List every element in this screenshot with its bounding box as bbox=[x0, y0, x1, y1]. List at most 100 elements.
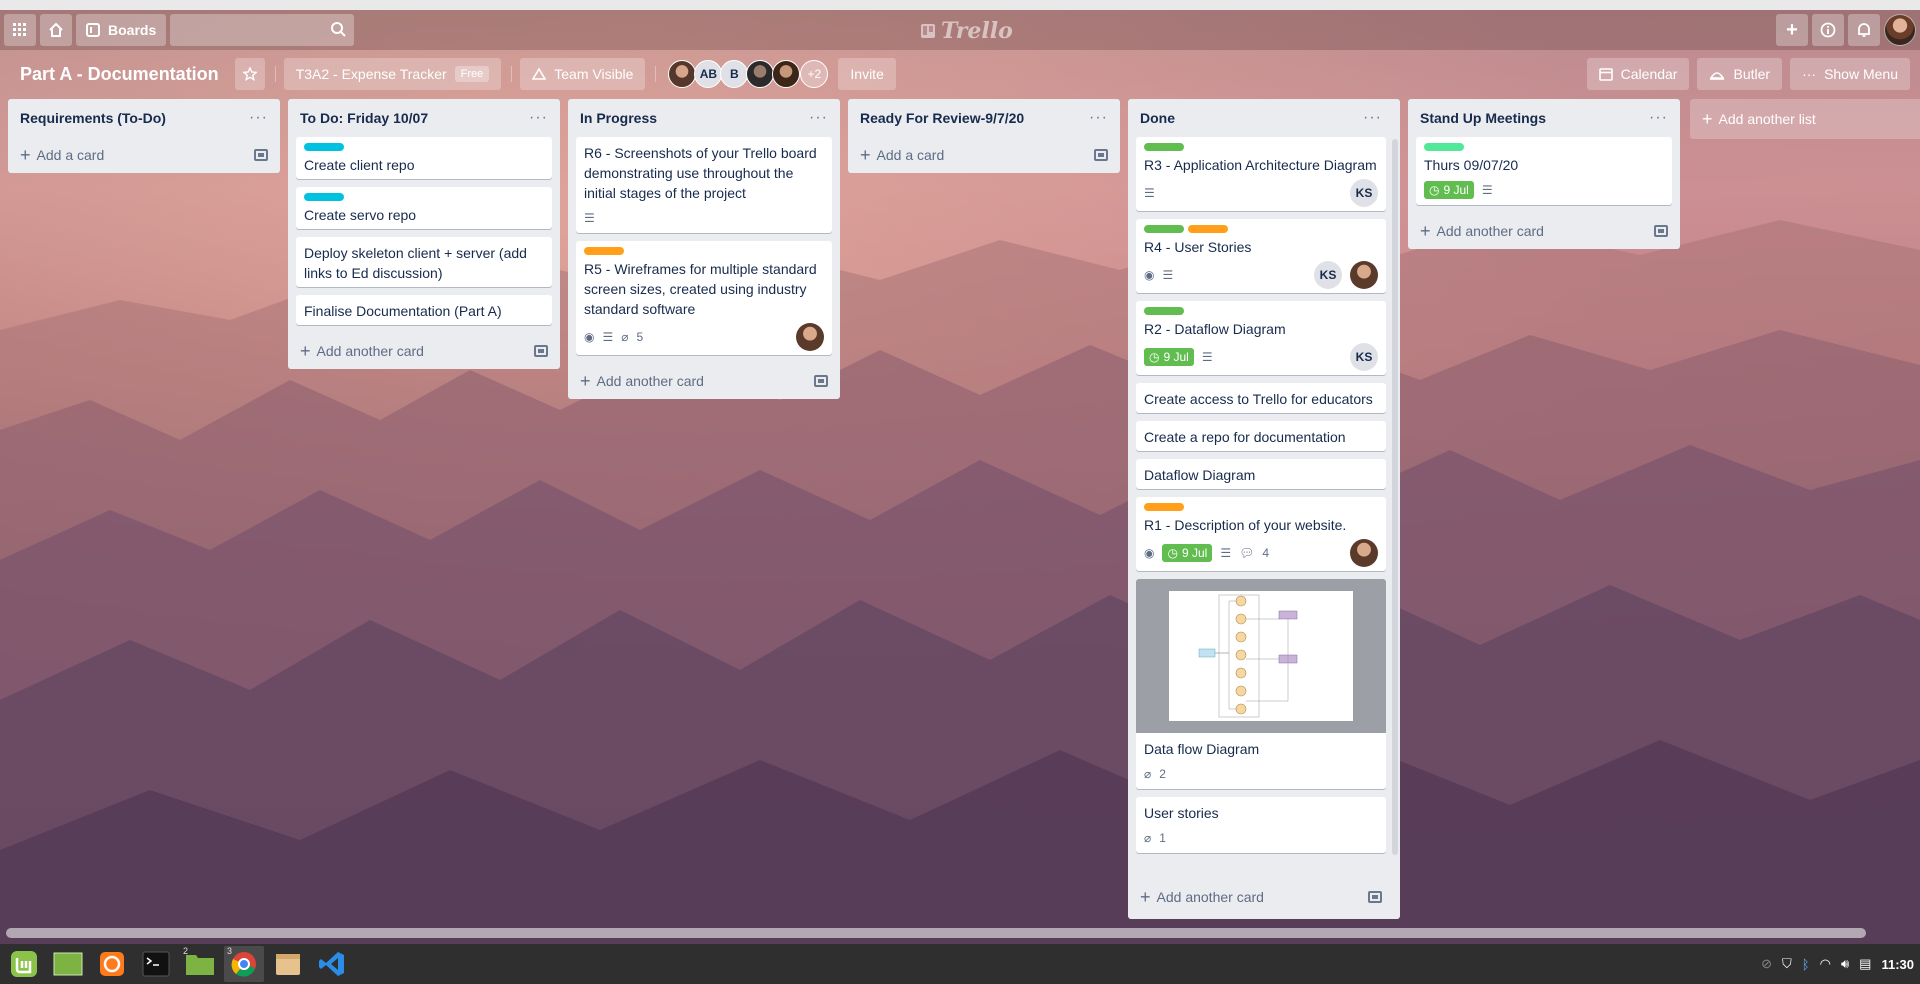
card[interactable]: R4 - User Stories ◉ ☰ KS bbox=[1136, 219, 1386, 293]
more-members[interactable]: +2 bbox=[800, 60, 829, 88]
member-initials[interactable]: KS bbox=[1350, 179, 1378, 207]
star-button[interactable] bbox=[234, 58, 265, 90]
due-date-badge[interactable]: ◷ 9 Jul bbox=[1144, 348, 1194, 366]
label-cyan[interactable] bbox=[304, 143, 344, 151]
member-avatar-ab[interactable]: AB bbox=[694, 60, 723, 88]
label-orange[interactable] bbox=[1188, 225, 1228, 233]
add-list-button[interactable]: + Add another list bbox=[1690, 99, 1920, 139]
card-with-cover[interactable]: Data flow Diagram ⌀ 2 bbox=[1136, 579, 1386, 789]
list-title[interactable]: To Do: Friday 10/07 bbox=[300, 110, 428, 126]
due-date-badge[interactable]: ◷ 9 Jul bbox=[1162, 544, 1213, 562]
notifications-button[interactable] bbox=[1848, 14, 1880, 46]
member-initials[interactable]: KS bbox=[1350, 343, 1378, 371]
card[interactable]: Deploy skeleton client + server (add lin… bbox=[296, 237, 552, 287]
add-card-button[interactable]: + Add another card bbox=[1416, 213, 1672, 249]
bluetooth-icon[interactable]: ᛒ bbox=[1802, 957, 1810, 972]
list-title[interactable]: Requirements (To-Do) bbox=[20, 110, 166, 126]
member-avatar[interactable] bbox=[796, 323, 824, 351]
mint-menu-button[interactable] bbox=[4, 946, 44, 982]
visibility-button[interactable]: Team Visible bbox=[520, 58, 646, 90]
trello-logo[interactable]: Trello bbox=[920, 18, 1013, 44]
card[interactable]: R3 - Application Architecture Diagram ☰ … bbox=[1136, 137, 1386, 211]
clipboard-icon[interactable]: ▤ bbox=[1859, 956, 1871, 972]
card[interactable]: User stories ⌀ 1 bbox=[1136, 797, 1386, 853]
card[interactable]: Create a repo for documentation bbox=[1136, 421, 1386, 451]
add-card-button[interactable]: + Add another card bbox=[1136, 879, 1386, 915]
chrome-button[interactable]: 3 bbox=[224, 946, 264, 982]
list-menu-icon[interactable]: ··· bbox=[1089, 109, 1108, 127]
updates-icon[interactable]: ⊘ bbox=[1761, 956, 1772, 972]
card-template-icon[interactable] bbox=[814, 375, 828, 387]
list-menu-icon[interactable]: ··· bbox=[1649, 109, 1668, 127]
files-button[interactable]: 2 bbox=[180, 946, 220, 982]
archive-button[interactable] bbox=[268, 946, 308, 982]
card[interactable]: R5 - Wireframes for multiple standard sc… bbox=[576, 241, 832, 355]
member-avatar[interactable] bbox=[1350, 261, 1378, 289]
card[interactable]: Finalise Documentation (Part A) bbox=[296, 295, 552, 325]
member-avatar[interactable] bbox=[1350, 539, 1378, 567]
label-lime[interactable] bbox=[1424, 143, 1464, 151]
calendar-button[interactable]: Calendar bbox=[1586, 58, 1690, 90]
add-card-button[interactable]: + Add another card bbox=[296, 333, 552, 369]
boards-button[interactable]: Boards bbox=[76, 14, 167, 46]
card[interactable]: Dataflow Diagram bbox=[1136, 459, 1386, 489]
card[interactable]: R1 - Description of your website. ◉ ◷ 9 J… bbox=[1136, 497, 1386, 571]
clock[interactable]: 11:30 bbox=[1881, 957, 1914, 972]
done-card-scroll-area[interactable]: R3 - Application Architecture Diagram ☰ … bbox=[1136, 137, 1386, 879]
add-card-button[interactable]: + Add another card bbox=[576, 363, 832, 399]
team-button[interactable]: T3A2 - Expense Tracker Free bbox=[283, 58, 502, 90]
search-input[interactable] bbox=[170, 14, 355, 46]
list-title[interactable]: Done bbox=[1140, 110, 1175, 126]
card[interactable]: Create client repo bbox=[296, 137, 552, 179]
due-date-badge[interactable]: ◷ 9 Jul bbox=[1424, 181, 1474, 199]
butler-button[interactable]: Butler bbox=[1697, 58, 1783, 90]
volume-icon[interactable]: 🔊︎ bbox=[1841, 956, 1849, 972]
list-title[interactable]: Stand Up Meetings bbox=[1420, 110, 1546, 126]
board-title[interactable]: Part A - Documentation bbox=[12, 64, 227, 85]
apps-menu-button[interactable] bbox=[4, 14, 36, 46]
member-initials[interactable]: KS bbox=[1314, 261, 1342, 289]
user-avatar[interactable] bbox=[1884, 14, 1916, 46]
list-menu-icon[interactable]: ··· bbox=[249, 109, 268, 127]
add-card-button[interactable]: + Add a card bbox=[16, 137, 272, 173]
list-scrollbar[interactable] bbox=[1392, 139, 1398, 855]
info-button[interactable] bbox=[1812, 14, 1844, 46]
member-avatar-b[interactable]: B bbox=[720, 60, 749, 88]
label-green[interactable] bbox=[1144, 225, 1184, 233]
invite-button[interactable]: Invite bbox=[838, 58, 896, 90]
card[interactable]: Thurs 09/07/20 ◷ 9 Jul ☰ bbox=[1416, 137, 1672, 205]
create-button[interactable]: + bbox=[1776, 14, 1808, 46]
show-desktop-button[interactable] bbox=[48, 946, 88, 982]
list-title[interactable]: Ready For Review-9/7/20 bbox=[860, 110, 1024, 126]
member-avatar[interactable] bbox=[668, 60, 697, 88]
show-menu-button[interactable]: ··· Show Menu bbox=[1790, 58, 1910, 90]
card[interactable]: R2 - Dataflow Diagram ◷ 9 Jul ☰ KS bbox=[1136, 301, 1386, 375]
board-horizontal-scrollbar[interactable] bbox=[6, 928, 1866, 938]
card[interactable]: R6 - Screenshots of your Trello board de… bbox=[576, 137, 832, 233]
label-cyan[interactable] bbox=[304, 193, 344, 201]
terminal-button[interactable] bbox=[136, 946, 176, 982]
card-template-icon[interactable] bbox=[1094, 149, 1108, 161]
home-button[interactable] bbox=[40, 14, 72, 46]
shield-icon[interactable]: ⛉ bbox=[1782, 956, 1792, 972]
list-menu-icon[interactable]: ··· bbox=[1363, 109, 1382, 127]
label-green[interactable] bbox=[1144, 143, 1184, 151]
card-template-icon[interactable] bbox=[534, 345, 548, 357]
list-title[interactable]: In Progress bbox=[580, 110, 657, 126]
card-template-icon[interactable] bbox=[1654, 225, 1668, 237]
list-menu-icon[interactable]: ··· bbox=[529, 109, 548, 127]
add-card-button[interactable]: + Add a card bbox=[856, 137, 1112, 173]
label-green[interactable] bbox=[1144, 307, 1184, 315]
wifi-icon[interactable]: ◠ bbox=[1820, 956, 1831, 972]
member-avatar[interactable] bbox=[772, 60, 801, 88]
card[interactable]: Create access to Trello for educators bbox=[1136, 383, 1386, 413]
card-template-icon[interactable] bbox=[254, 149, 268, 161]
firefox-button[interactable] bbox=[92, 946, 132, 982]
card-template-icon[interactable] bbox=[1368, 891, 1382, 903]
label-orange[interactable] bbox=[584, 247, 624, 255]
card[interactable]: Create servo repo bbox=[296, 187, 552, 229]
member-avatar[interactable] bbox=[746, 60, 775, 88]
list-menu-icon[interactable]: ··· bbox=[809, 109, 828, 127]
vscode-button[interactable] bbox=[312, 946, 352, 982]
label-orange[interactable] bbox=[1144, 503, 1184, 511]
